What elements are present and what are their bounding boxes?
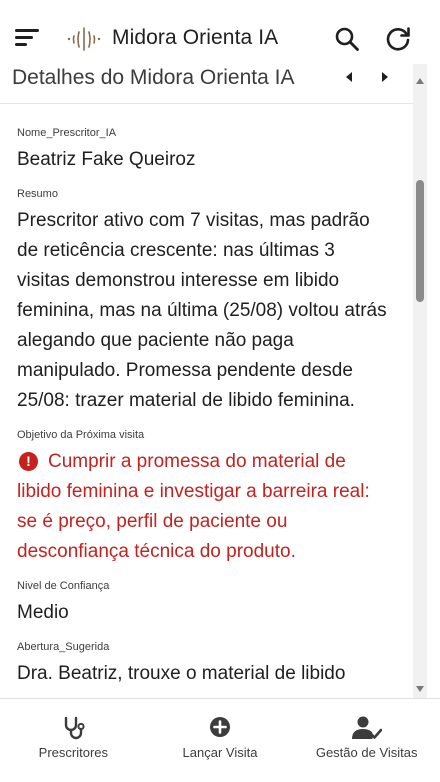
- scroll-up-arrow-icon[interactable]: [416, 78, 424, 84]
- midora-logo-icon: [67, 27, 101, 51]
- nav-label: Lançar Visita: [182, 745, 258, 760]
- error-icon: !: [19, 452, 38, 471]
- field-objetivo: Objetivo da Próxima visita ! Cumprir a pr…: [17, 428, 389, 567]
- person-check-icon: [351, 716, 382, 739]
- previous-record-icon[interactable]: [342, 70, 356, 84]
- field-nivel-confianca: Nivel de Confiança Medio: [17, 579, 389, 628]
- field-value-error: ! Cumprir a promessa do material de libid…: [17, 447, 389, 567]
- field-label: Nome_Prescritor_IA: [17, 127, 117, 139]
- nav-gestao-visitas[interactable]: Gestão de Visitas: [293, 699, 440, 782]
- scroll-thumb[interactable]: [416, 180, 424, 302]
- field-value: Medio: [17, 602, 69, 623]
- stethoscope-icon: [65, 716, 85, 740]
- field-value: Prescritor ativo com 7 visitas, mas padr…: [17, 210, 387, 411]
- next-record-icon[interactable]: [378, 70, 392, 84]
- field-value: Beatriz Fake Queiroz: [17, 149, 196, 170]
- detail-fields: Nome_Prescritor_IA Beatriz Fake Queiroz …: [17, 126, 389, 698]
- field-abertura-sugerida: Abertura_Sugerida Dra. Beatriz, trouxe o…: [17, 640, 389, 689]
- detail-panel: Detalhes do Midora Orienta IA Nome_Presc…: [0, 64, 416, 698]
- refresh-icon[interactable]: [384, 25, 412, 53]
- field-nome-prescritor: Nome_Prescritor_IA Beatriz Fake Queiroz: [17, 126, 389, 175]
- search-icon[interactable]: [334, 26, 360, 52]
- panel-title: Detalhes do Midora Orienta IA: [12, 66, 295, 89]
- add-circle-icon: [210, 717, 230, 737]
- error-text: Cumprir a promessa do material de libido…: [17, 451, 370, 562]
- bottom-navigation: Prescritores Lançar Visita Gestão de Vis…: [0, 698, 440, 782]
- app-title: Midora Orienta IA: [112, 26, 279, 49]
- field-label: Abertura_Sugerida: [17, 641, 110, 653]
- nav-lancar-visita[interactable]: Lançar Visita: [147, 699, 294, 782]
- nav-label: Gestão de Visitas: [315, 745, 418, 760]
- nav-prescritores[interactable]: Prescritores: [0, 699, 147, 782]
- scrollbar[interactable]: [413, 64, 427, 698]
- panel-header: Detalhes do Midora Orienta IA: [0, 64, 416, 104]
- field-label: Nivel de Confiança: [17, 580, 110, 592]
- nav-label: Prescritores: [38, 745, 109, 760]
- field-label: Resumo: [17, 188, 58, 200]
- field-resumo: Resumo Prescritor ativo com 7 visitas, m…: [17, 187, 389, 416]
- scroll-down-arrow-icon[interactable]: [416, 686, 424, 692]
- field-value: Dra. Beatriz, trouxe o material de libid…: [17, 663, 346, 684]
- menu-icon[interactable]: [15, 27, 41, 49]
- field-label: Objetivo da Próxima visita: [17, 429, 145, 441]
